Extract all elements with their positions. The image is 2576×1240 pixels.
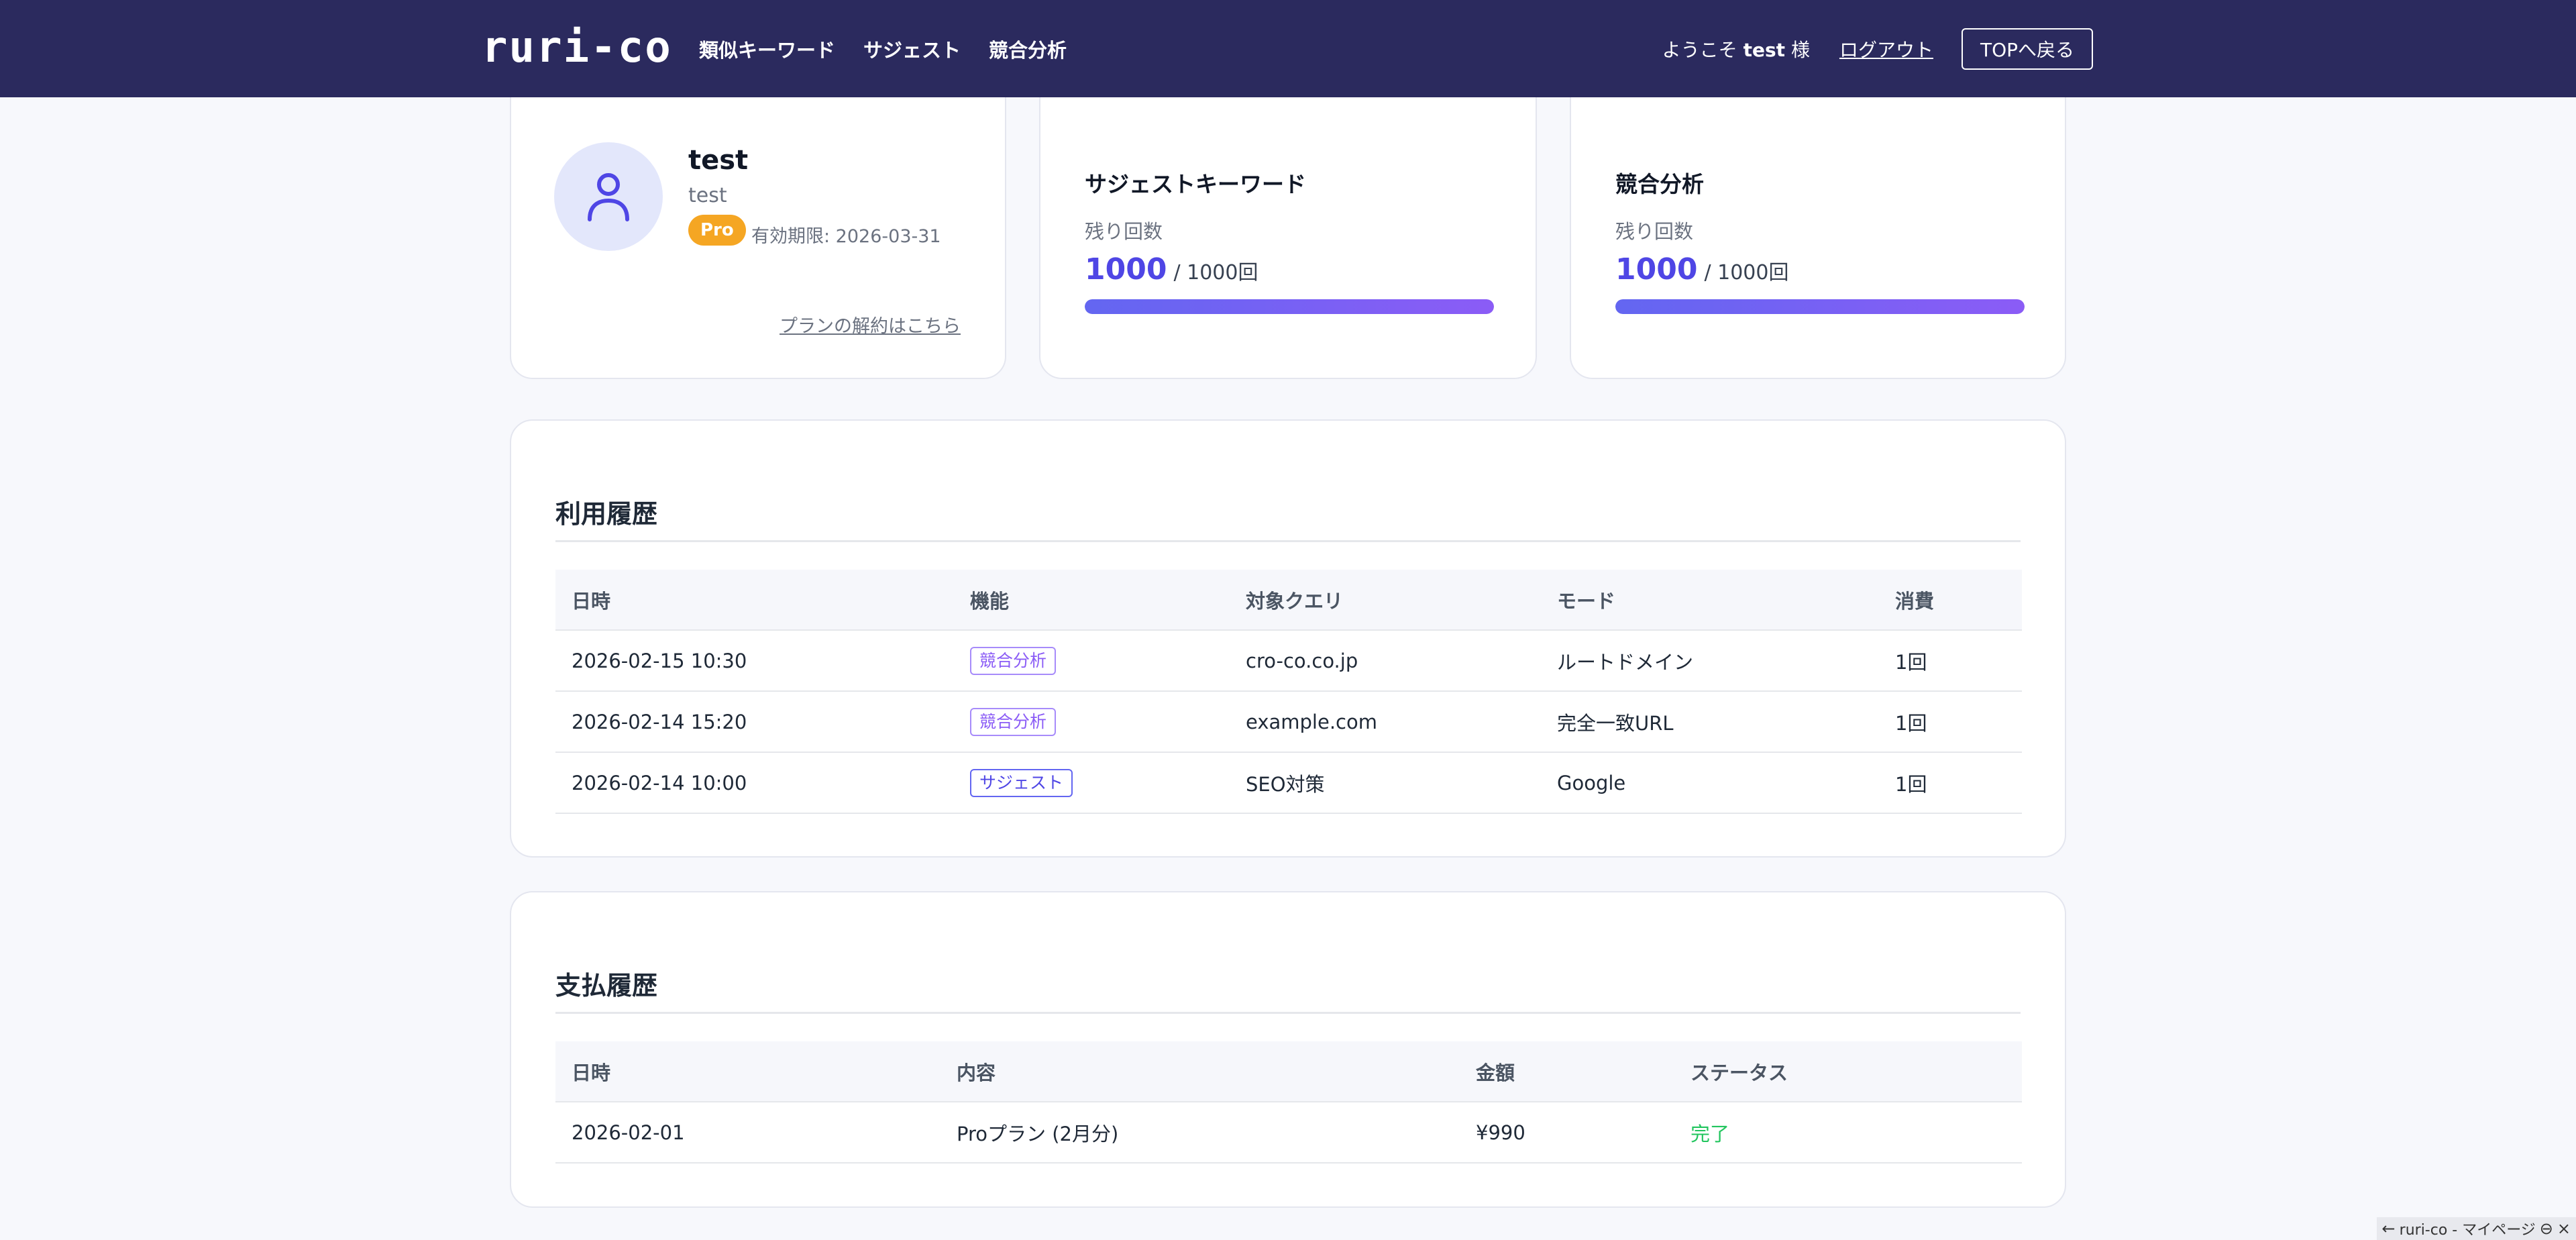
quota-remaining: 1000 — [1615, 252, 1698, 287]
status-chip-label: ruri-co - マイページ — [2399, 1222, 2536, 1239]
feature-tag: 競合分析 — [970, 707, 1057, 736]
profile-card: test test Pro 有効期限: 2026-03-31 プランの解約はこち… — [510, 74, 1006, 379]
welcome-suffix: 様 — [1790, 39, 1810, 61]
welcome-user: test — [1743, 39, 1786, 61]
profile-name: test — [688, 145, 749, 176]
column-header: 対象クエリ — [1230, 570, 1541, 631]
plan-expiry: 有効期限: 2026-03-31 — [751, 226, 941, 247]
minus-circle-icon[interactable]: ⊖ — [2540, 1221, 2553, 1237]
logout-link[interactable]: ログアウト — [1839, 36, 1933, 62]
quota-title: 競合分析 — [1615, 171, 1704, 197]
welcome-text: ようこそ test 様 — [1662, 36, 1810, 62]
avatar — [554, 142, 663, 251]
cell-datetime: 2026-02-14 15:20 — [555, 691, 954, 753]
table-header-row: 日時 内容 金額 ステータス — [555, 1041, 2022, 1102]
column-header: 消費 — [1879, 570, 2022, 631]
usage-table: 日時 機能 対象クエリ モード 消費 2026-02-15 10:30 競合分析… — [555, 570, 2022, 814]
cell-mode: ルートドメイン — [1541, 630, 1879, 692]
top-header: ruri-co 類似キーワード サジェスト 競合分析 ようこそ test 様 ロ… — [0, 0, 2576, 97]
column-header: 内容 — [941, 1041, 1460, 1102]
table-row: 2026-02-15 10:30 競合分析 cro-co.co.jp ルートドメ… — [555, 630, 2022, 692]
quota-label: 残り回数 — [1615, 220, 1694, 243]
cell-mode: 完全一致URL — [1541, 691, 1879, 753]
column-header: モード — [1541, 570, 1879, 631]
quota-title: サジェストキーワード — [1085, 171, 1306, 197]
competitor-quota-card: 競合分析 残り回数 1000 / 1000回 — [1570, 74, 2066, 379]
cell-mode: Google — [1541, 752, 1879, 814]
cancel-plan-link[interactable]: プランの解約はこちら — [780, 311, 961, 338]
payment-table: 日時 内容 金額 ステータス 2026-02-01 Proプラン (2月分) ¥… — [555, 1041, 2022, 1164]
suggest-quota-card: サジェストキーワード 残り回数 1000 / 1000回 — [1039, 74, 1537, 379]
usage-history-card: 利用履歴 日時 機能 対象クエリ モード 消費 2026-02-15 10:30… — [510, 419, 2066, 858]
cell-query: cro-co.co.jp — [1230, 630, 1541, 692]
section-title: 利用履歴 — [555, 499, 658, 529]
cell-query: SEO対策 — [1230, 752, 1541, 814]
cell-cost: 1回 — [1879, 752, 2022, 814]
column-header: 日時 — [555, 570, 954, 631]
cell-date: 2026-02-01 — [555, 1102, 941, 1164]
section-title: 支払履歴 — [555, 971, 658, 1000]
nav-competitor-analysis[interactable]: 競合分析 — [989, 35, 1067, 63]
user-icon — [588, 173, 629, 221]
quota-label: 残り回数 — [1085, 220, 1163, 243]
column-header: ステータス — [1674, 1041, 2022, 1102]
cell-query: example.com — [1230, 691, 1541, 753]
cell-feature: 競合分析 — [954, 691, 1230, 753]
cell-status: 完了 — [1674, 1102, 2022, 1164]
site-logo[interactable]: ruri-co — [482, 26, 672, 69]
arrow-left-icon[interactable]: ← — [2382, 1221, 2396, 1237]
quota-progress-fill — [1085, 299, 1494, 314]
cell-cost: 1回 — [1879, 630, 2022, 692]
cell-datetime: 2026-02-15 10:30 — [555, 630, 954, 692]
table-row: 2026-02-01 Proプラン (2月分) ¥990 完了 — [555, 1102, 2022, 1164]
back-to-top-button[interactable]: TOPへ戻る — [1961, 28, 2093, 70]
cell-description: Proプラン (2月分) — [941, 1102, 1460, 1164]
nav-suggest[interactable]: サジェスト — [863, 35, 961, 63]
column-header: 日時 — [555, 1041, 941, 1102]
table-header-row: 日時 機能 対象クエリ モード 消費 — [555, 570, 2022, 631]
quota-progress-fill — [1615, 299, 2025, 314]
feature-tag: サジェスト — [970, 768, 1073, 797]
table-row: 2026-02-14 10:00 サジェスト SEO対策 Google 1回 — [555, 752, 2022, 814]
payment-history-card: 支払履歴 日時 内容 金額 ステータス 2026-02-01 Proプラン (2… — [510, 891, 2066, 1208]
quota-progress-bar — [1085, 299, 1494, 314]
profile-subtitle: test — [688, 184, 727, 207]
welcome-prefix: ようこそ — [1662, 39, 1737, 61]
cell-feature: サジェスト — [954, 752, 1230, 814]
section-divider — [555, 1012, 2021, 1014]
quota-value: 1000 / 1000回 — [1615, 252, 1788, 287]
table-row: 2026-02-14 15:20 競合分析 example.com 完全一致UR… — [555, 691, 2022, 753]
header-account-area: ようこそ test 様 ログアウト TOPへ戻る — [1662, 28, 2093, 70]
cell-amount: ¥990 — [1460, 1102, 1674, 1164]
column-header: 機能 — [954, 570, 1230, 631]
feature-tag: 競合分析 — [970, 646, 1057, 675]
plan-badge: Pro — [688, 215, 746, 246]
cell-feature: 競合分析 — [954, 630, 1230, 692]
quota-total: / 1000回 — [1704, 261, 1789, 285]
nav-similar-keywords[interactable]: 類似キーワード — [699, 35, 835, 63]
column-header: 金額 — [1460, 1041, 1674, 1102]
quota-remaining: 1000 — [1085, 252, 1167, 287]
tab-status-chip: ← ruri-co - マイページ ⊖ × — [2376, 1217, 2576, 1240]
cell-cost: 1回 — [1879, 691, 2022, 753]
section-divider — [555, 540, 2021, 542]
main-nav: 類似キーワード サジェスト 競合分析 — [699, 32, 1067, 66]
quota-progress-bar — [1615, 299, 2025, 314]
close-icon[interactable]: × — [2557, 1221, 2571, 1237]
quota-value: 1000 / 1000回 — [1085, 252, 1258, 287]
quota-total: / 1000回 — [1173, 261, 1258, 285]
cell-datetime: 2026-02-14 10:00 — [555, 752, 954, 814]
